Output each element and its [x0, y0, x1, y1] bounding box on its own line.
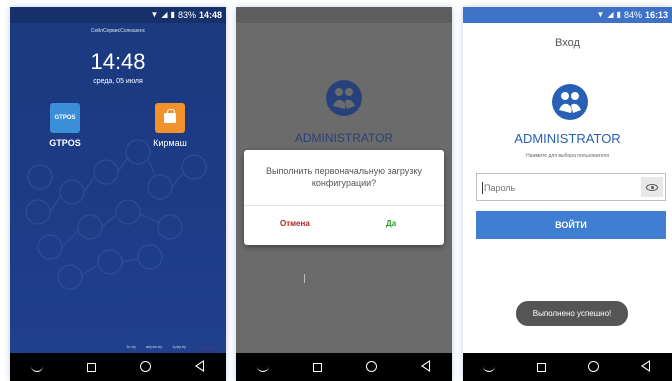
- nav-recents-icon[interactable]: [529, 361, 553, 374]
- page-title: Вход: [555, 37, 580, 49]
- users-logo-icon: [326, 80, 362, 116]
- eye-icon[interactable]: [641, 177, 663, 197]
- signal-icon: ◢: [161, 10, 168, 19]
- red-footer-text: ——————: [196, 344, 220, 349]
- input-cursor: [482, 182, 483, 194]
- nav-menu-icon[interactable]: [251, 361, 275, 374]
- nav-back-icon[interactable]: [187, 360, 211, 374]
- status-bar: ▼ ◢ ▮ 83% 14:48: [10, 7, 226, 23]
- status-bar: ▼ ◢ ▮ 84% 16:13: [463, 7, 672, 23]
- login-screen: ▼ ◢ ▮ 84% 16:13 Вход ADMINISTRATOR Нажми…: [463, 7, 672, 381]
- link-1pay[interactable]: 1pay.by: [172, 344, 186, 349]
- nav-back-icon[interactable]: [634, 360, 658, 374]
- status-bar: [236, 7, 452, 23]
- dialog-divider: [244, 205, 444, 206]
- app-kirmash[interactable]: Кирмаш: [140, 103, 200, 148]
- password-field[interactable]: [476, 173, 666, 201]
- status-time: 14:48: [198, 10, 222, 20]
- user-name[interactable]: ADMINISTRATOR: [463, 131, 672, 146]
- config-dialog-screen: ADMINISTRATOR Выполнить первоначальную з…: [236, 7, 452, 381]
- password-input[interactable]: [484, 178, 634, 198]
- nav-back-icon[interactable]: [413, 360, 437, 374]
- gtpos-app-icon: GTPOS: [50, 103, 80, 133]
- app-label: GTPOS: [49, 138, 81, 148]
- app-gtpos[interactable]: GTPOS GTPOS: [35, 103, 95, 148]
- user-name: ADMINISTRATOR: [294, 131, 394, 145]
- link-artpos[interactable]: artpos.by: [146, 344, 162, 349]
- nav-home-icon[interactable]: [133, 360, 157, 374]
- wifi-icon: ▼: [596, 10, 605, 19]
- nav-bar: [236, 353, 452, 381]
- footer-links: 3c.by artpos.by 1pay.by ——————: [10, 344, 226, 349]
- nav-recents-icon[interactable]: [79, 361, 103, 374]
- nav-bar: [463, 353, 672, 381]
- app-label: Кирмаш: [153, 138, 187, 148]
- link-3c[interactable]: 3c.by: [126, 344, 136, 349]
- gtpos-tile-text: GTPOS: [54, 115, 76, 121]
- date: среда, 05 июля: [93, 78, 143, 85]
- shopping-bag-icon: [155, 103, 185, 133]
- success-toast: Выполнено успешно!: [516, 301, 628, 326]
- cancel-button[interactable]: Отмена: [280, 219, 310, 228]
- wifi-icon: ▼: [150, 10, 159, 19]
- text-cursor: [304, 274, 305, 283]
- signal-icon: ◢: [607, 10, 614, 19]
- carrier-name: СейлСервисСолюшенс: [90, 28, 146, 34]
- screenshot-stage: ▼ ◢ ▮ 83% 14:48 СейлСервисСолюшенс 14:48…: [0, 0, 672, 381]
- battery-icon: ▮: [170, 10, 175, 19]
- battery-percent: 84%: [623, 10, 642, 20]
- nav-home-icon[interactable]: [582, 360, 606, 374]
- status-time: 16:13: [644, 10, 668, 20]
- user-select-hint: Нажмите для выбора пользователя: [526, 153, 609, 159]
- dialog-message: Выполнить первоначальную загрузку конфиг…: [266, 166, 422, 188]
- clock: 14:48: [90, 49, 146, 74]
- nav-home-icon[interactable]: [359, 360, 383, 374]
- users-logo-icon[interactable]: [551, 83, 589, 121]
- nav-menu-icon[interactable]: [25, 361, 49, 374]
- ok-button[interactable]: Да: [386, 219, 396, 228]
- battery-percent: 83%: [177, 10, 196, 20]
- nav-bar: [10, 353, 226, 381]
- login-button[interactable]: ВОЙТИ: [476, 211, 666, 239]
- battery-icon: ▮: [616, 10, 621, 19]
- confirm-dialog: Выполнить первоначальную загрузку конфиг…: [244, 150, 444, 245]
- home-screen: ▼ ◢ ▮ 83% 14:48 СейлСервисСолюшенс 14:48…: [10, 7, 226, 381]
- nav-recents-icon[interactable]: [305, 361, 329, 374]
- nav-menu-icon[interactable]: [477, 361, 501, 374]
